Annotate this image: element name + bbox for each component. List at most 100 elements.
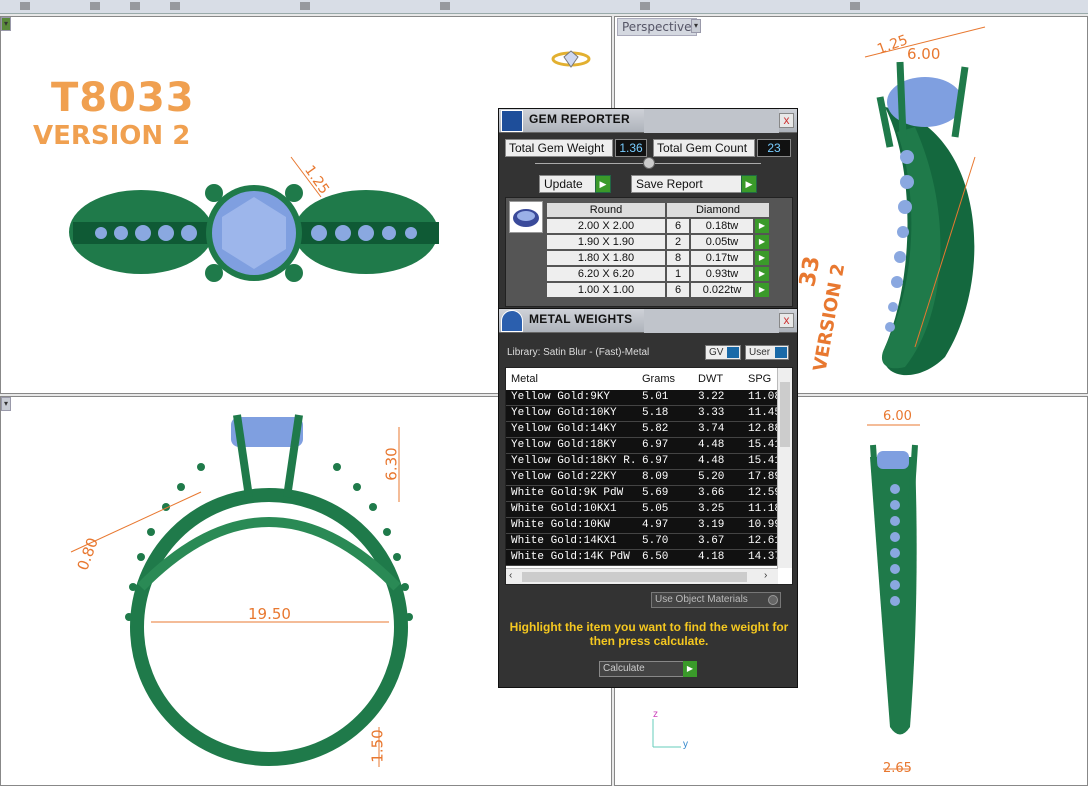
title-tab <box>644 109 779 133</box>
select-gem-icon[interactable]: ▶ <box>754 218 770 234</box>
cell-spg: 11.18 <box>748 503 778 515</box>
cell-spg: 15.41 <box>748 439 778 451</box>
dim-persp-b: 6.00 <box>907 45 941 63</box>
cell-metal: Yellow Gold:18KY R... <box>511 455 636 467</box>
select-gem-icon[interactable]: ▶ <box>754 282 770 298</box>
cell-metal: White Gold:14K PdW <box>511 551 630 563</box>
gem-count: 2 <box>666 234 690 250</box>
user-label: User <box>749 347 771 358</box>
cell-spg: 17.89 <box>748 471 778 483</box>
toolbar-icon[interactable] <box>130 2 140 10</box>
total-count-label: Total Gem Count <box>653 139 755 157</box>
cell-dwt: 4.48 <box>698 455 725 467</box>
axis-y-label: y <box>683 739 688 750</box>
gem-reporter-titlebar[interactable]: GEM REPORTER x <box>499 109 797 133</box>
metal-table[interactable]: Metal Grams DWT SPG Yellow Gold:9KY 5.01 3… <box>505 367 793 585</box>
total-count-value: 23 <box>757 139 791 157</box>
gem-weight: 0.18tw <box>690 218 754 234</box>
scroll-thumb[interactable] <box>780 382 790 447</box>
title-tab <box>644 309 779 333</box>
cell-grams: 8.09 <box>642 471 669 483</box>
table-row[interactable]: White Gold:14KX1 5.70 3.67 12.61 <box>506 534 778 550</box>
gem-size: 2.00 X 2.00 <box>546 218 666 234</box>
gem-weight: 0.022tw <box>690 282 754 298</box>
table-row[interactable]: Yellow Gold:18KY R... 6.97 4.48 15.41 <box>506 454 778 470</box>
radio-icon[interactable] <box>768 595 778 605</box>
info-icon <box>775 347 787 358</box>
dim-inner-diameter: 19.50 <box>248 605 291 623</box>
use-object-materials-label: Use Object Materials <box>655 594 748 605</box>
play-icon: ▶ <box>595 175 611 193</box>
cell-dwt: 3.22 <box>698 391 725 403</box>
cell-grams: 5.01 <box>642 391 669 403</box>
scroll-right-icon[interactable]: › <box>764 570 767 581</box>
col-dwt[interactable]: DWT <box>698 373 723 385</box>
scroll-thumb[interactable] <box>522 572 747 582</box>
col-metal[interactable]: Metal <box>511 373 538 385</box>
toolbar-icon[interactable] <box>170 2 180 10</box>
cell-metal: Yellow Gold:10KY <box>511 407 617 419</box>
cell-spg: 15.41 <box>748 455 778 467</box>
metal-weights-titlebar[interactable]: METAL WEIGHTS x <box>499 309 797 333</box>
cell-spg: 12.88 <box>748 423 778 435</box>
gem-size: 1.00 X 1.00 <box>546 282 666 298</box>
vertical-scrollbar[interactable] <box>777 368 792 568</box>
table-row[interactable]: White Gold:9K PdW 5.69 3.66 12.59 <box>506 486 778 502</box>
table-row[interactable]: Yellow Gold:18KY 6.97 4.48 15.41 <box>506 438 778 454</box>
table-row[interactable]: Yellow Gold:14KY 5.82 3.74 12.88 <box>506 422 778 438</box>
col-spg[interactable]: SPG <box>748 373 771 385</box>
gv-select[interactable]: GV <box>705 345 741 360</box>
cell-grams: 6.97 <box>642 455 669 467</box>
save-report-button[interactable]: Save Report ▶ <box>631 175 757 193</box>
gem-count: 8 <box>666 250 690 266</box>
cell-metal: Yellow Gold:14KY <box>511 423 617 435</box>
dim-shank: 1.50 <box>368 729 387 763</box>
size-slider[interactable] <box>535 157 761 169</box>
toolbar-icon[interactable] <box>440 2 450 10</box>
gem-weight: 0.93tw <box>690 266 754 282</box>
table-row[interactable]: White Gold:14K PdW 6.50 4.18 14.37 <box>506 550 778 566</box>
cell-dwt: 3.25 <box>698 503 725 515</box>
instruction-hint: Highlight the item you want to find the … <box>509 620 789 648</box>
table-row[interactable]: Yellow Gold:10KY 5.18 3.33 11.45 <box>506 406 778 422</box>
metal-weights-panel: METAL WEIGHTS x Library: Satin Blur - (F… <box>498 308 798 688</box>
user-select[interactable]: User <box>745 345 789 360</box>
close-icon[interactable]: x <box>779 313 794 328</box>
shape-header: Round <box>546 202 666 218</box>
col-grams[interactable]: Grams <box>642 373 675 385</box>
table-row[interactable]: White Gold:10KX1 5.05 3.25 11.18 <box>506 502 778 518</box>
use-object-materials-option[interactable]: Use Object Materials <box>651 592 781 608</box>
cell-grams: 4.97 <box>642 519 669 531</box>
horizontal-scrollbar[interactable]: ‹ › <box>506 568 778 584</box>
gem-round-icon[interactable] <box>509 201 543 233</box>
toolbar-icon[interactable] <box>850 2 860 10</box>
table-row[interactable]: Yellow Gold:22KY 8.09 5.20 17.89 <box>506 470 778 486</box>
library-label: Library: Satin Blur - (Fast)-Metal <box>507 347 650 358</box>
toolbar-icon[interactable] <box>90 2 100 10</box>
select-gem-icon[interactable]: ▶ <box>754 266 770 282</box>
axis-z-label: z <box>653 709 658 720</box>
scroll-left-icon[interactable]: ‹ <box>509 570 512 581</box>
cell-grams: 6.97 <box>642 439 669 451</box>
calculate-button[interactable]: Calculate ▶ <box>599 661 697 677</box>
gem-size: 1.80 X 1.80 <box>546 250 666 266</box>
cell-dwt: 3.74 <box>698 423 725 435</box>
calculate-label: Calculate <box>603 663 645 674</box>
gem-size: 6.20 X 6.20 <box>546 266 666 282</box>
table-row[interactable]: White Gold:10KW 4.97 3.19 10.99 <box>506 518 778 534</box>
cell-spg: 14.37 <box>748 551 778 563</box>
toolbar-icon[interactable] <box>300 2 310 10</box>
select-gem-icon[interactable]: ▶ <box>754 250 770 266</box>
cell-spg: 11.08 <box>748 391 778 403</box>
cell-grams: 6.50 <box>642 551 669 563</box>
select-gem-icon[interactable]: ▶ <box>754 234 770 250</box>
slider-knob[interactable] <box>643 157 655 169</box>
toolbar-icon[interactable] <box>640 2 650 10</box>
toolbar-icon[interactable] <box>20 2 30 10</box>
cell-grams: 5.18 <box>642 407 669 419</box>
table-row[interactable]: Yellow Gold:9KY 5.01 3.22 11.08 <box>506 390 778 406</box>
main-toolbar <box>0 0 1088 14</box>
update-button[interactable]: Update ▶ <box>539 175 611 193</box>
cell-grams: 5.05 <box>642 503 669 515</box>
close-icon[interactable]: x <box>779 113 794 128</box>
